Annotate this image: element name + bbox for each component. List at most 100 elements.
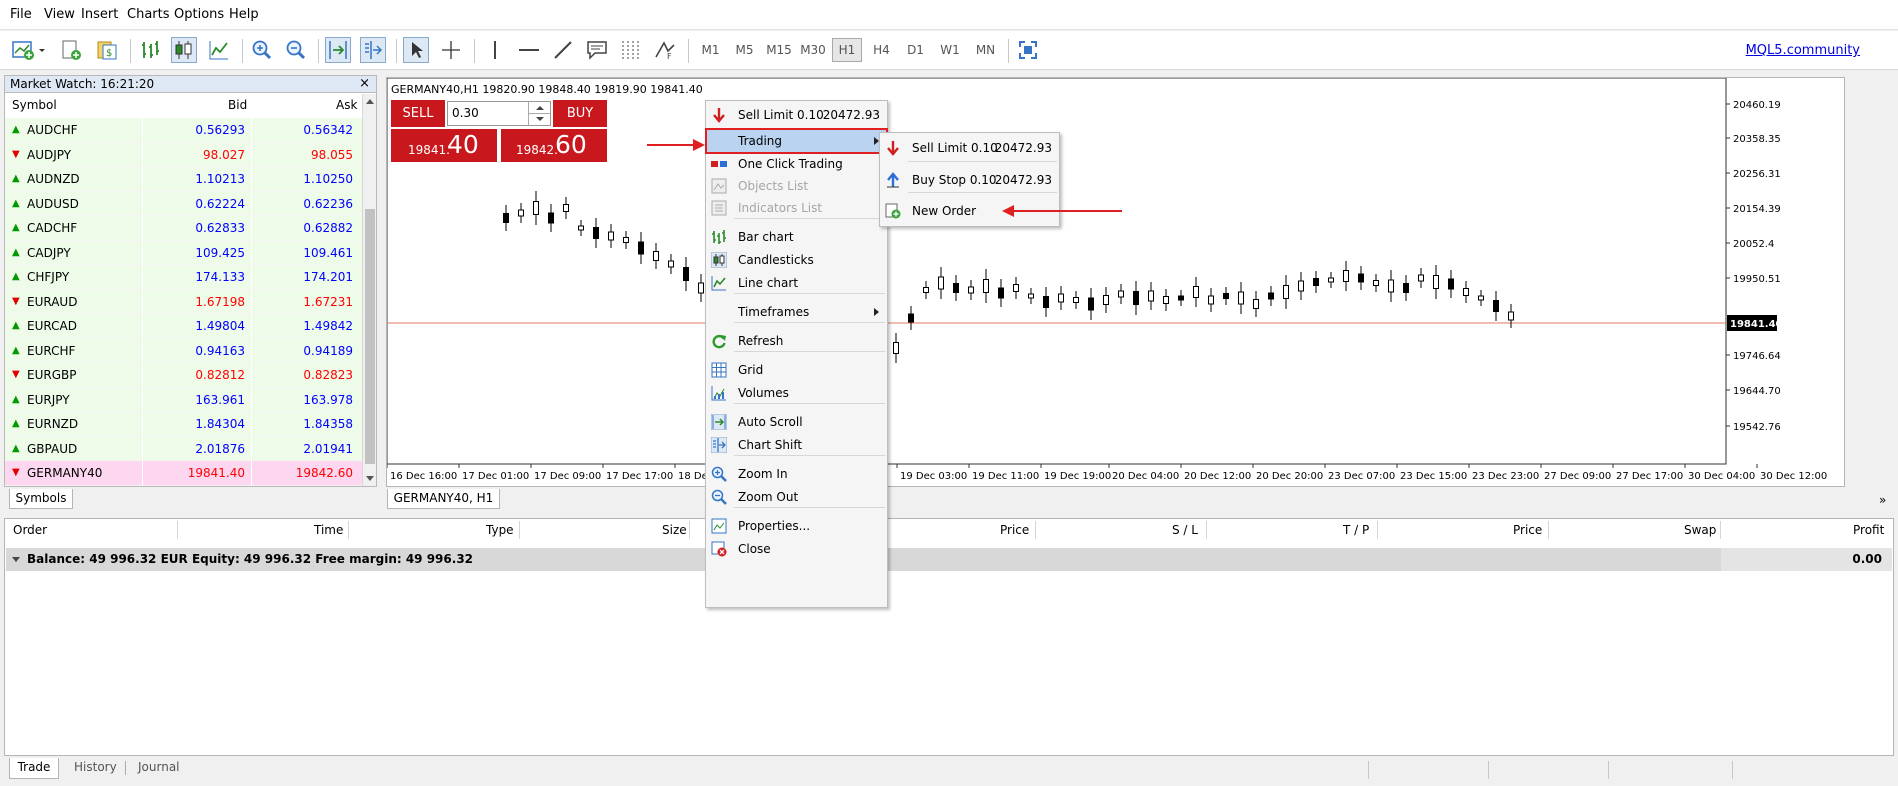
- mql5-community-link[interactable]: MQL5.community: [1746, 43, 1860, 58]
- column-header-price-current[interactable]: Price: [1513, 519, 1542, 542]
- menu-item-indicators-list[interactable]: Indicators List: [706, 196, 887, 220]
- menu-item-sell-limit-0-10[interactable]: Sell Limit 0.10 20472.93: [706, 103, 887, 127]
- menu-file[interactable]: File: [10, 7, 32, 22]
- auto-scroll-icon[interactable]: [325, 37, 351, 63]
- scrollbar-thumb[interactable]: [365, 209, 375, 464]
- timeframe-w1[interactable]: W1: [935, 38, 965, 62]
- cursor-icon[interactable]: [403, 37, 429, 63]
- zoom-in-icon[interactable]: [249, 37, 275, 63]
- objects-icon[interactable]: F: [652, 37, 678, 63]
- timeframe-mn[interactable]: MN: [970, 38, 1001, 62]
- bar-chart-icon[interactable]: [137, 37, 163, 63]
- buy-button[interactable]: BUY: [553, 100, 607, 127]
- menu-item-auto-scroll[interactable]: Auto Scroll: [706, 410, 887, 434]
- market-watch-row[interactable]: ▲ CADJPY 109.425 109.461: [5, 240, 362, 265]
- menu-item-line-chart[interactable]: Line chart: [706, 271, 887, 295]
- menu-item-close[interactable]: Close: [706, 537, 887, 561]
- market-watch-row[interactable]: ▲ AUDNZD 1.10213 1.10250: [5, 167, 362, 192]
- column-header-size[interactable]: Size: [662, 519, 687, 542]
- expand-icon[interactable]: »: [1879, 493, 1886, 507]
- sell-price-box[interactable]: 19841. 40: [391, 129, 497, 162]
- market-watch-row[interactable]: ▼ GERMANY40 19841.40 19842.60: [5, 461, 362, 486]
- zoom-out-icon[interactable]: [283, 37, 309, 63]
- menu-item-chart-shift[interactable]: Chart Shift: [706, 433, 887, 457]
- column-header-tp[interactable]: T / P: [1343, 519, 1369, 542]
- volume-stepper[interactable]: [528, 102, 551, 125]
- balance-row[interactable]: Balance: 49 996.32 EUR Equity: 49 996.32…: [6, 548, 1892, 571]
- market-watch-row[interactable]: ▲ AUDUSD 0.62224 0.62236: [5, 191, 362, 216]
- crosshair-icon[interactable]: [438, 37, 464, 63]
- market-watch-row[interactable]: ▲ EURCAD 1.49804 1.49842: [5, 314, 362, 339]
- tab-trade[interactable]: Trade: [9, 758, 59, 779]
- market-watch-row[interactable]: ▲ EURCHF 0.94163 0.94189: [5, 338, 362, 363]
- menu-item-bar-chart[interactable]: Bar chart: [706, 225, 887, 249]
- menu-charts[interactable]: Charts: [127, 7, 170, 22]
- tab-chart-germany40[interactable]: GERMANY40, H1: [387, 489, 500, 509]
- market-watch-row[interactable]: ▼ AUDJPY 98.027 98.055: [5, 142, 362, 167]
- sell-button[interactable]: SELL: [391, 100, 445, 127]
- menu-item-objects-list[interactable]: Objects List: [706, 174, 887, 198]
- menu-item-trading[interactable]: Trading: [705, 128, 888, 154]
- column-header-price[interactable]: Price: [1000, 519, 1029, 542]
- timeframe-m1[interactable]: M1: [696, 38, 725, 62]
- column-header-symbol[interactable]: Symbol: [12, 94, 57, 117]
- volume-value[interactable]: 0.30: [452, 106, 479, 120]
- column-header-profit[interactable]: Profit: [1853, 519, 1884, 542]
- column-header-swap[interactable]: Swap: [1684, 519, 1716, 542]
- buy-price-box[interactable]: 19842. 60: [501, 129, 607, 162]
- menu-item-timeframes[interactable]: Timeframes: [706, 300, 887, 324]
- column-header-time[interactable]: Time: [314, 519, 343, 542]
- menu-item-buy-stop-0-10[interactable]: Buy Stop 0.10 20472.93: [880, 168, 1059, 192]
- menu-item-grid[interactable]: Grid: [706, 358, 887, 382]
- timeframe-m5[interactable]: M5: [730, 38, 759, 62]
- text-label-icon[interactable]: [584, 37, 610, 63]
- market-watch-row[interactable]: ▲ EURNZD 1.84304 1.84358: [5, 412, 362, 437]
- new-chart-icon[interactable]: [10, 37, 50, 63]
- market-watch-row[interactable]: ▲ CADCHF 0.62833 0.62882: [5, 216, 362, 241]
- menu-options[interactable]: Options: [174, 7, 224, 22]
- volume-spinner[interactable]: 0.30: [447, 101, 551, 126]
- menu-item-one-click-trading[interactable]: One Click Trading: [706, 152, 887, 176]
- fullscreen-icon[interactable]: [1015, 37, 1041, 63]
- tab-journal[interactable]: Journal: [138, 760, 180, 774]
- candlesticks-icon[interactable]: [171, 37, 197, 63]
- menu-help[interactable]: Help: [229, 7, 259, 22]
- menu-item-zoom-out[interactable]: Zoom Out: [706, 485, 887, 509]
- column-header-bid[interactable]: Bid: [228, 94, 247, 117]
- fibonacci-icon[interactable]: [618, 37, 644, 63]
- market-watch-row[interactable]: ▲ GBPAUD 2.01876 2.01941: [5, 436, 362, 461]
- market-watch-row[interactable]: ▲ EURJPY 163.961 163.978: [5, 387, 362, 412]
- tab-symbols[interactable]: Symbols: [9, 489, 73, 509]
- collapse-icon[interactable]: [12, 557, 20, 563]
- market-watch-row[interactable]: ▲ AUDCHF 0.56293 0.56342: [5, 118, 362, 143]
- timeframe-h1[interactable]: H1: [832, 38, 862, 62]
- market-watch-row[interactable]: ▲ CHFJPY 174.133 174.201: [5, 265, 362, 290]
- horizontal-line-icon[interactable]: [516, 37, 542, 63]
- market-watch-icon[interactable]: $: [94, 37, 120, 63]
- timeframe-m30[interactable]: M30: [797, 38, 829, 62]
- market-watch-row[interactable]: ▼ EURGBP 0.82812 0.82823: [5, 363, 362, 388]
- market-watch-scrollbar[interactable]: [362, 94, 376, 486]
- column-header-type[interactable]: Type: [486, 519, 514, 542]
- market-watch-row[interactable]: ▼ EURAUD 1.67198 1.67231: [5, 289, 362, 314]
- menu-item-candlesticks[interactable]: Candlesticks: [706, 248, 887, 272]
- menu-item-volumes[interactable]: Volumes: [706, 381, 887, 405]
- chart-shift-icon[interactable]: [360, 37, 386, 63]
- menu-item-sell-limit-0-10[interactable]: Sell Limit 0.10 20472.93: [880, 136, 1059, 160]
- menu-view[interactable]: View: [44, 7, 75, 22]
- menu-item-properties[interactable]: Properties...: [706, 514, 887, 538]
- menu-item-zoom-in[interactable]: Zoom In: [706, 462, 887, 486]
- timeframe-m15[interactable]: M15: [763, 38, 795, 62]
- vertical-line-icon[interactable]: [482, 37, 508, 63]
- tab-history[interactable]: History: [74, 760, 117, 774]
- column-header-ask[interactable]: Ask: [336, 94, 357, 117]
- menu-insert[interactable]: Insert: [81, 7, 118, 22]
- column-header-order[interactable]: Order: [13, 519, 47, 542]
- column-header-sl[interactable]: S / L: [1172, 519, 1198, 542]
- menu-item-refresh[interactable]: Refresh: [706, 329, 887, 353]
- line-chart-icon[interactable]: [206, 37, 232, 63]
- trendline-icon[interactable]: [550, 37, 576, 63]
- new-profile-icon[interactable]: [58, 37, 84, 63]
- timeframe-d1[interactable]: D1: [901, 38, 930, 62]
- timeframe-h4[interactable]: H4: [867, 38, 896, 62]
